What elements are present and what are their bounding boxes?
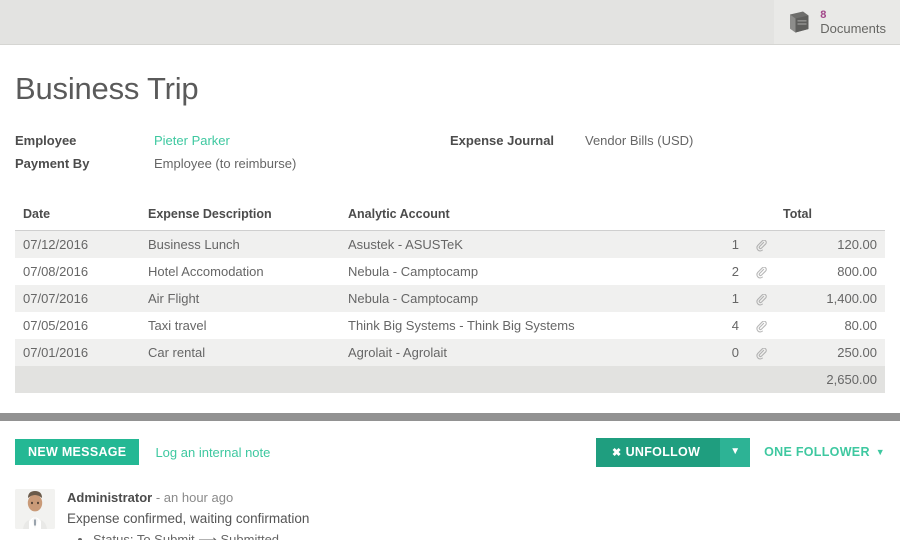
chatter-toolbar: NEW MESSAGE Log an internal note ✖ UNFOLL… xyxy=(15,437,885,467)
unfollow-group: ✖ UNFOLLOW ▼ xyxy=(596,437,751,467)
documents-meta: 8 Documents xyxy=(820,8,886,35)
table-header-row: Date Expense Description Analytic Accoun… xyxy=(15,203,885,231)
expense-lines-body: 07/12/2016 Business Lunch Asustek - ASUS… xyxy=(15,230,885,393)
sum-spacer-attachment xyxy=(747,366,775,393)
followers-dropdown[interactable]: ONE FOLLOWER ▼ xyxy=(764,445,885,459)
paperclip-icon[interactable] xyxy=(747,258,775,285)
message-text: Expense confirmed, waiting confirmation xyxy=(67,511,310,526)
message-tracking-list: Status: To Submit ⟶ Submitted xyxy=(93,530,309,540)
field-employee-value[interactable]: Pieter Parker xyxy=(154,133,230,148)
cell-analytic-account: Nebula - Camptocamp xyxy=(340,285,707,312)
paperclip-icon[interactable] xyxy=(747,339,775,366)
field-groups: Employee Pieter Parker Payment By Employ… xyxy=(15,133,885,179)
cell-description: Hotel Accomodation xyxy=(140,258,340,285)
cell-description: Taxi travel xyxy=(140,312,340,339)
documents-button[interactable]: 8 Documents xyxy=(774,0,900,44)
table-row[interactable]: 07/07/2016 Air Flight Nebula - Camptocam… xyxy=(15,285,885,312)
message-body: Administrator - an hour ago Expense conf… xyxy=(67,489,309,540)
unfollow-dropdown-button[interactable]: ▼ xyxy=(720,437,751,467)
cell-description: Car rental xyxy=(140,339,340,366)
x-icon: ✖ xyxy=(612,446,622,459)
cell-total: 800.00 xyxy=(775,258,885,285)
cell-analytic-account: Asustek - ASUSTeK xyxy=(340,230,707,258)
cell-date: 07/12/2016 xyxy=(15,230,140,258)
unfollow-label: UNFOLLOW xyxy=(625,444,701,459)
field-payment-by: Payment By Employee (to reimburse) xyxy=(15,156,450,179)
cell-total: 80.00 xyxy=(775,312,885,339)
column-header-attachment xyxy=(747,203,775,231)
cell-total: 250.00 xyxy=(775,339,885,366)
table-row[interactable]: 07/08/2016 Hotel Accomodation Nebula - C… xyxy=(15,258,885,285)
cell-date: 07/07/2016 xyxy=(15,285,140,312)
cell-quantity: 1 xyxy=(707,230,747,258)
caret-down-icon: ▼ xyxy=(730,446,741,457)
column-header-description[interactable]: Expense Description xyxy=(140,203,340,231)
control-panel: 8 Documents xyxy=(0,0,900,45)
sum-spacer-date xyxy=(15,366,140,393)
cell-total: 120.00 xyxy=(775,230,885,258)
unfollow-button[interactable]: ✖ UNFOLLOW xyxy=(596,437,721,467)
sum-spacer-quantity xyxy=(707,366,747,393)
cell-analytic-account: Think Big Systems - Think Big Systems xyxy=(340,312,707,339)
field-expense-journal-value[interactable]: Vendor Bills (USD) xyxy=(585,133,693,148)
log-internal-note-link[interactable]: Log an internal note xyxy=(155,445,270,460)
message-author[interactable]: Administrator xyxy=(67,490,152,505)
cell-date: 07/05/2016 xyxy=(15,312,140,339)
cell-quantity: 2 xyxy=(707,258,747,285)
expense-lines-table: Date Expense Description Analytic Accoun… xyxy=(15,203,885,393)
table-row[interactable]: 07/12/2016 Business Lunch Asustek - ASUS… xyxy=(15,230,885,258)
cell-analytic-account: Nebula - Camptocamp xyxy=(340,258,707,285)
message-timestamp: - an hour ago xyxy=(155,490,234,505)
cell-date: 07/08/2016 xyxy=(15,258,140,285)
table-row[interactable]: 07/01/2016 Car rental Agrolait - Agrolai… xyxy=(15,339,885,366)
sum-spacer-account xyxy=(340,366,707,393)
table-sum-row: 2,650.00 xyxy=(15,366,885,393)
new-message-button[interactable]: NEW MESSAGE xyxy=(15,438,140,466)
tracking-item: Status: To Submit ⟶ Submitted xyxy=(93,530,309,540)
chatter: NEW MESSAGE Log an internal note ✖ UNFOLL… xyxy=(0,421,900,540)
cell-total: 1,400.00 xyxy=(775,285,885,312)
paperclip-icon[interactable] xyxy=(747,230,775,258)
message-header: Administrator - an hour ago xyxy=(67,490,309,505)
field-expense-journal: Expense Journal Vendor Bills (USD) xyxy=(450,133,885,156)
cell-quantity: 4 xyxy=(707,312,747,339)
cell-quantity: 1 xyxy=(707,285,747,312)
followers-label: ONE FOLLOWER xyxy=(764,445,870,459)
field-employee: Employee Pieter Parker xyxy=(15,133,450,156)
paperclip-icon[interactable] xyxy=(747,312,775,339)
sum-spacer-description xyxy=(140,366,340,393)
paperclip-icon[interactable] xyxy=(747,285,775,312)
field-employee-label: Employee xyxy=(15,133,77,148)
sheet-divider xyxy=(0,413,900,421)
field-payment-by-value[interactable]: Employee (to reimburse) xyxy=(154,156,296,171)
sum-total-value: 2,650.00 xyxy=(775,366,885,393)
cell-description: Business Lunch xyxy=(140,230,340,258)
documents-label: Documents xyxy=(820,20,886,36)
cell-analytic-account: Agrolait - Agrolait xyxy=(340,339,707,366)
book-icon xyxy=(786,9,812,35)
column-header-date[interactable]: Date xyxy=(15,203,140,231)
column-header-total[interactable]: Total xyxy=(775,203,885,231)
column-header-quantity[interactable] xyxy=(707,203,747,231)
avatar[interactable] xyxy=(15,489,55,529)
caret-down-icon: ▼ xyxy=(875,447,885,457)
table-row[interactable]: 07/05/2016 Taxi travel Think Big Systems… xyxy=(15,312,885,339)
field-group-left: Employee Pieter Parker Payment By Employ… xyxy=(15,133,450,179)
message-item: Administrator - an hour ago Expense conf… xyxy=(15,489,885,540)
follow-controls: ✖ UNFOLLOW ▼ ONE FOLLOWER ▼ xyxy=(596,437,885,467)
cell-date: 07/01/2016 xyxy=(15,339,140,366)
field-payment-by-label: Payment By xyxy=(15,156,90,171)
cell-description: Air Flight xyxy=(140,285,340,312)
cell-quantity: 0 xyxy=(707,339,747,366)
field-group-right: Expense Journal Vendor Bills (USD) xyxy=(450,133,885,179)
column-header-analytic-account[interactable]: Analytic Account xyxy=(340,203,707,231)
field-expense-journal-label: Expense Journal xyxy=(450,133,555,148)
record-sheet: Business Trip Employee Pieter Parker Pay… xyxy=(0,45,900,393)
page-title: Business Trip xyxy=(15,71,199,106)
